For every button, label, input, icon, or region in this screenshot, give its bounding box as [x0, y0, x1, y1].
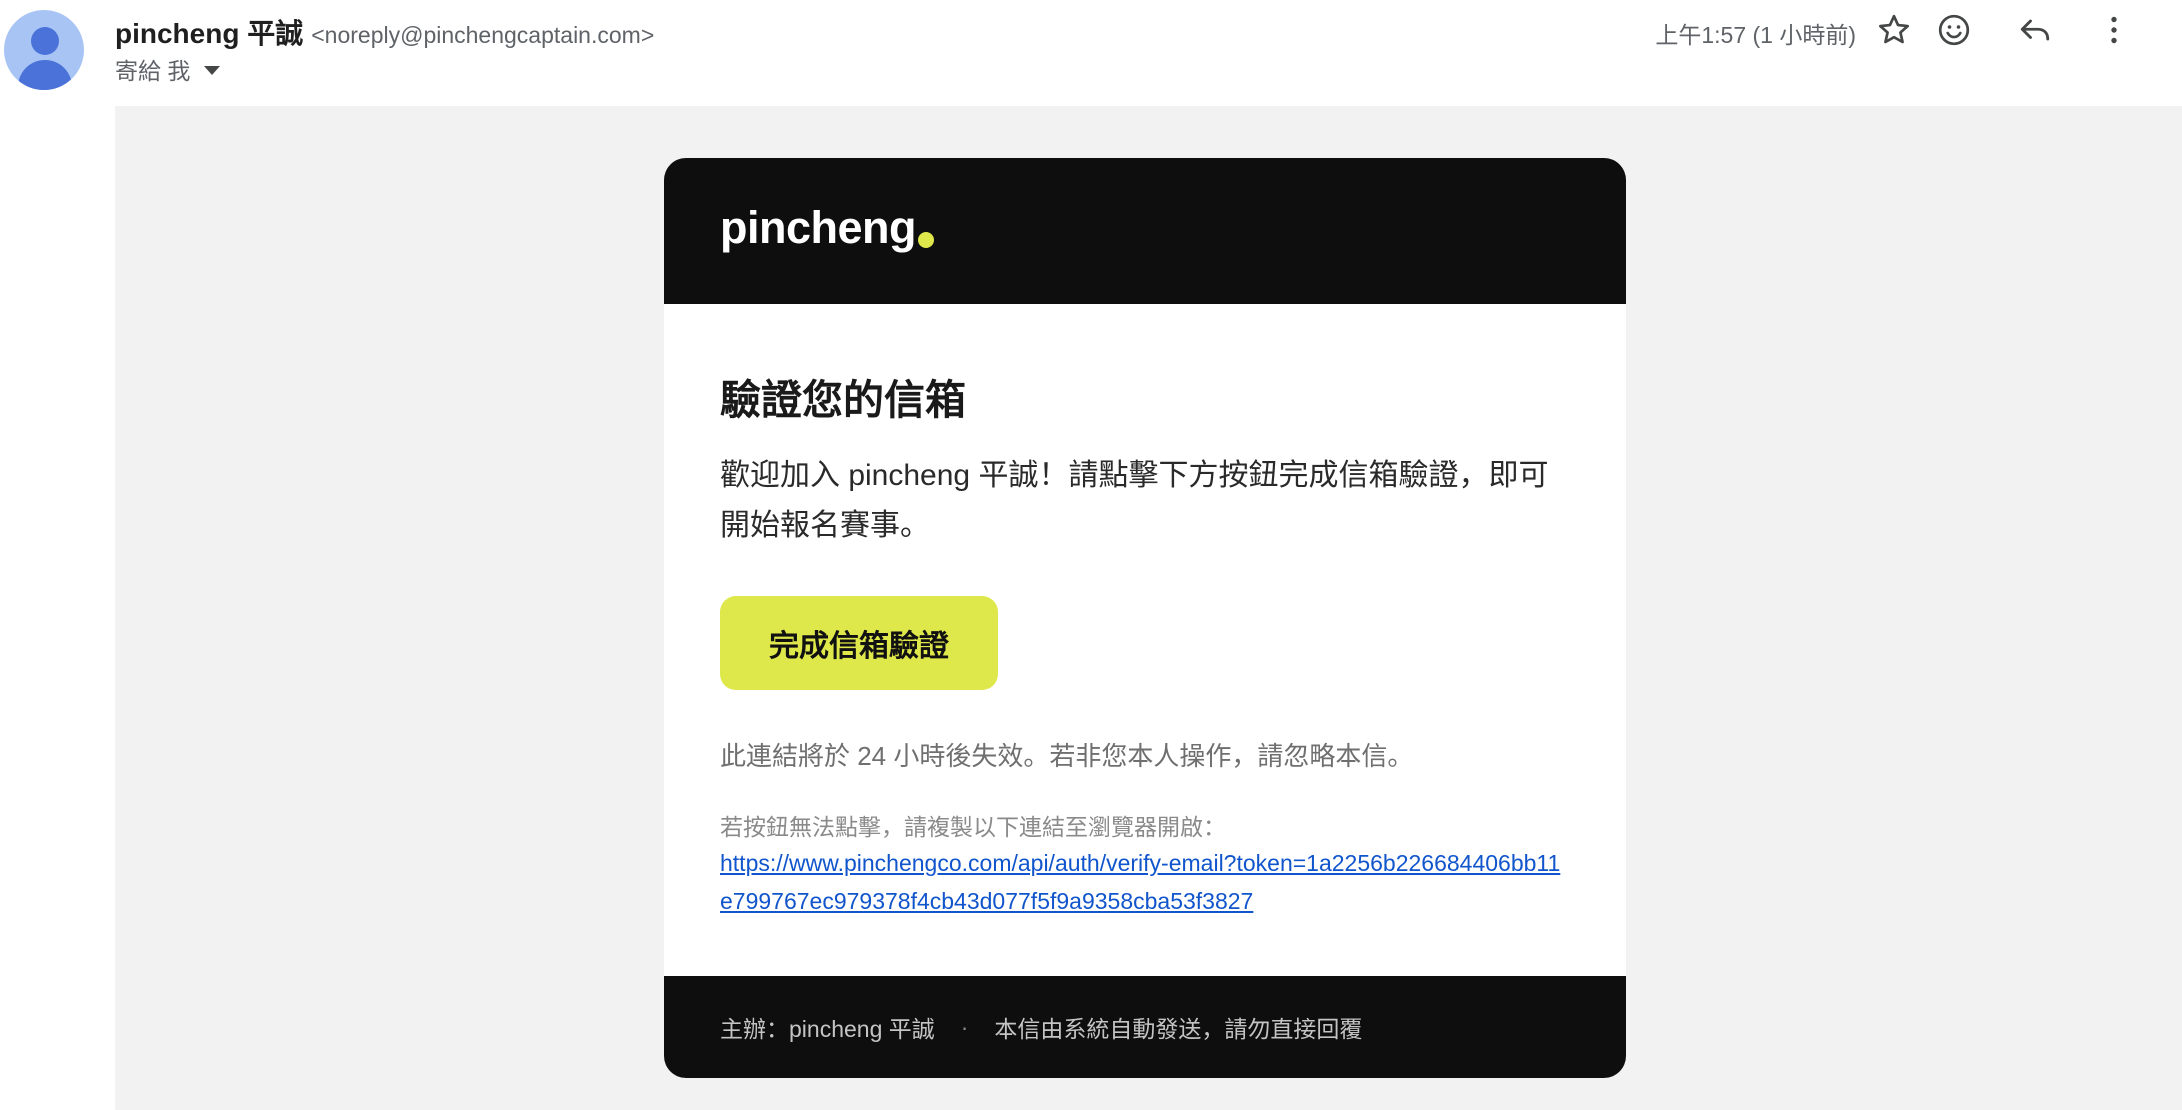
expiry-note: 此連結將於 24 小時後失效。若非您本人操作，請忽略本信。	[720, 741, 1414, 771]
email-title: 驗證您的信箱	[720, 377, 966, 423]
verify-email-button[interactable]: 完成信箱驗證	[720, 596, 998, 690]
emoji-icon[interactable]	[1934, 10, 1974, 50]
sender-email: <noreply@pinchengcaptain.com>	[311, 22, 655, 48]
email-card-footer: 主辦：pincheng 平誠 · 本信由系統自動發送，請勿直接回覆	[664, 976, 1626, 1078]
verify-link[interactable]: https://www.pinchengco.com/api/auth/veri…	[720, 844, 1570, 920]
email-view: pincheng 平誠 <noreply@pinchengcaptain.com…	[0, 0, 2182, 1110]
recipient-dropdown[interactable]: 寄給 我	[115, 54, 221, 84]
caret-down-icon	[204, 65, 221, 75]
footer-separator: ·	[960, 1013, 969, 1040]
sender-name[interactable]: pincheng 平誠	[115, 12, 303, 52]
star-icon[interactable]	[1874, 10, 1914, 50]
person-avatar-icon[interactable]	[4, 10, 84, 90]
footer-note: 本信由系統自動發送，請勿直接回覆	[994, 1016, 1363, 1042]
footer-organizer: 主辦：pincheng 平誠	[720, 1016, 935, 1042]
avatar-head	[31, 27, 59, 55]
brand-logo-dot	[918, 232, 934, 248]
email-body-text: 歡迎加入 pincheng 平誠！請點擊下方按鈕完成信箱驗證，即可開始報名賽事。	[720, 459, 1549, 542]
email-card-header: pincheng	[664, 158, 1626, 304]
email-timestamp: 上午1:57 (1 小時前)	[1655, 22, 1856, 48]
fallback-label: 若按鈕無法點擊，請複製以下連結至瀏覽器開啟：	[720, 814, 1226, 840]
avatar-body	[18, 60, 72, 90]
sender-line: pincheng 平誠 <noreply@pinchengcaptain.com…	[115, 12, 655, 49]
more-vert-icon[interactable]	[2094, 10, 2134, 50]
reply-icon[interactable]	[2015, 10, 2055, 50]
brand-logo: pincheng	[720, 202, 917, 253]
email-card: pincheng 驗證您的信箱 歡迎加入 pincheng 平誠！請點擊下方按鈕…	[664, 158, 1626, 1078]
recipient-label: 寄給 我	[115, 58, 191, 84]
